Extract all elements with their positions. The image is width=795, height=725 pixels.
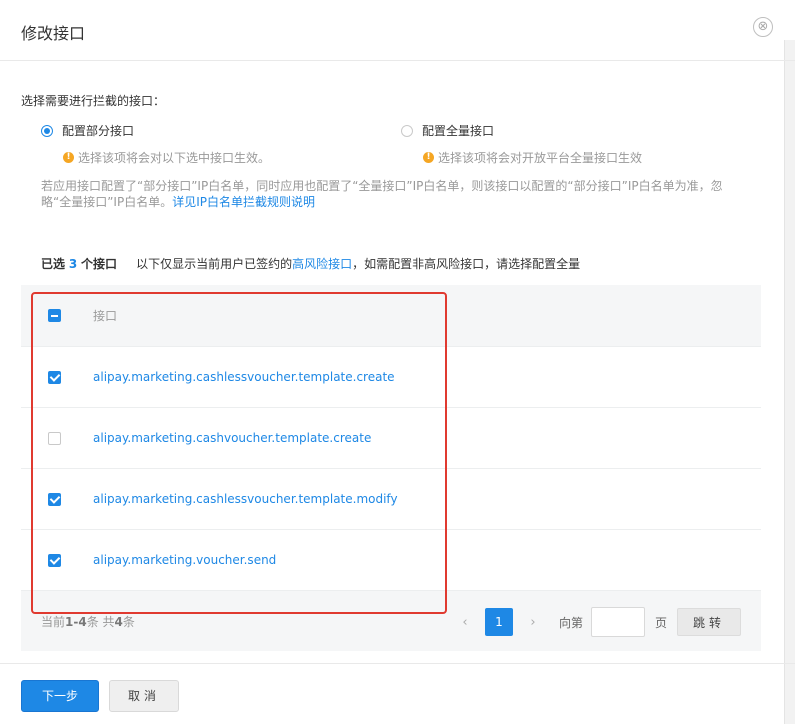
- next-page-icon[interactable]: ›: [523, 615, 543, 630]
- modal-title: 修改接口: [21, 24, 86, 43]
- page-number[interactable]: 1: [484, 608, 513, 636]
- count-total: 4: [114, 615, 123, 629]
- warning-icon: !: [423, 152, 434, 163]
- row-checkbox[interactable]: [48, 553, 61, 567]
- radio-partial-interfaces[interactable]: 配置部分接口: [41, 122, 134, 139]
- note-text: 若应用接口配置了“部分接口”IP白名单，同时应用也配置了“全量接口”IP白名单，…: [41, 179, 723, 209]
- row-checkbox[interactable]: [48, 370, 61, 384]
- whitelist-note: 若应用接口配置了“部分接口”IP白名单，同时应用也配置了“全量接口”IP白名单，…: [41, 178, 731, 210]
- table-row: alipay.marketing.cashvoucher.template.cr…: [21, 408, 761, 469]
- high-risk-link[interactable]: 高风险接口: [292, 257, 352, 271]
- radio-all-interfaces[interactable]: 配置全量接口: [401, 122, 494, 139]
- jump-button[interactable]: 跳转: [677, 608, 741, 636]
- pagination: ‹ 1 › 向第 页 跳转: [455, 607, 741, 637]
- hint-all: ! 选择该项将会对开放平台全量接口生效: [423, 149, 642, 166]
- summary-desc-before: 以下仅显示当前用户已签约的: [136, 257, 293, 271]
- scope-label: 选择需要进行拦截的接口：: [21, 94, 166, 108]
- close-icon[interactable]: ⊗: [753, 17, 773, 37]
- selection-summary: 已选 3 个接口 以下仅显示当前用户已签约的高风险接口，如需配置非高风险接口，请…: [41, 255, 580, 272]
- count-range: 1-4: [65, 615, 87, 629]
- row-checkbox[interactable]: [48, 492, 61, 506]
- interface-table: 接口 alipay.marketing.cashlessvoucher.temp…: [21, 285, 761, 651]
- count-suffix: 条: [122, 615, 135, 629]
- selected-prefix: 已选: [41, 257, 66, 271]
- count-prefix: 当前: [41, 615, 66, 629]
- modal-footer: 下一步 取消: [0, 663, 795, 725]
- scrollbar-track[interactable]: [784, 40, 795, 724]
- table-row: alipay.marketing.voucher.send: [21, 530, 761, 591]
- summary-desc-after: ，如需配置非高风险接口，请选择配置全量: [352, 257, 581, 271]
- radio-checked-icon[interactable]: [41, 124, 53, 137]
- selected-suffix: 个接口: [81, 257, 118, 271]
- radio-unchecked-icon[interactable]: [401, 124, 413, 137]
- edit-interface-modal: 修改接口 ⊗ 选择需要进行拦截的接口： 配置部分接口 配置全量接口 ! 选择该项…: [0, 0, 795, 724]
- column-header-interface: 接口: [93, 309, 118, 323]
- cancel-button[interactable]: 取消: [109, 680, 179, 712]
- table-header: 接口: [21, 285, 761, 347]
- warning-icon: !: [63, 152, 74, 163]
- jump-label: 向第: [558, 615, 583, 630]
- row-checkbox[interactable]: [48, 431, 61, 445]
- select-all-checkbox[interactable]: [48, 309, 61, 322]
- api-name-link[interactable]: alipay.marketing.cashlessvoucher.templat…: [93, 370, 395, 384]
- jump-page-input[interactable]: [590, 607, 645, 637]
- hint-partial: ! 选择该项将会对以下选中接口生效。: [63, 149, 270, 166]
- api-name-link[interactable]: alipay.marketing.voucher.send: [93, 553, 276, 567]
- modal-header: 修改接口 ⊗: [0, 0, 795, 61]
- radio-partial-label: 配置部分接口: [62, 124, 135, 138]
- table-footer: 当前1-4条 共4条 ‹ 1 › 向第 页 跳转: [21, 591, 761, 651]
- radio-all-label: 配置全量接口: [422, 124, 495, 138]
- record-count: 当前1-4条 共4条: [41, 613, 135, 630]
- table-row: alipay.marketing.cashlessvoucher.templat…: [21, 347, 761, 408]
- next-step-button[interactable]: 下一步: [21, 680, 99, 712]
- count-mid: 条 共: [86, 615, 115, 629]
- api-name-link[interactable]: alipay.marketing.cashvoucher.template.cr…: [93, 431, 371, 445]
- table-row: alipay.marketing.cashlessvoucher.templat…: [21, 469, 761, 530]
- page-label: 页: [654, 615, 667, 630]
- whitelist-rules-link[interactable]: 详见IP白名单拦截规则说明: [172, 195, 315, 209]
- api-name-link[interactable]: alipay.marketing.cashlessvoucher.templat…: [93, 492, 398, 506]
- selected-count: 3: [68, 257, 78, 271]
- hint-partial-text: 选择该项将会对以下选中接口生效。: [78, 151, 271, 165]
- hint-all-text: 选择该项将会对开放平台全量接口生效: [438, 151, 643, 165]
- prev-page-icon[interactable]: ‹: [455, 615, 475, 630]
